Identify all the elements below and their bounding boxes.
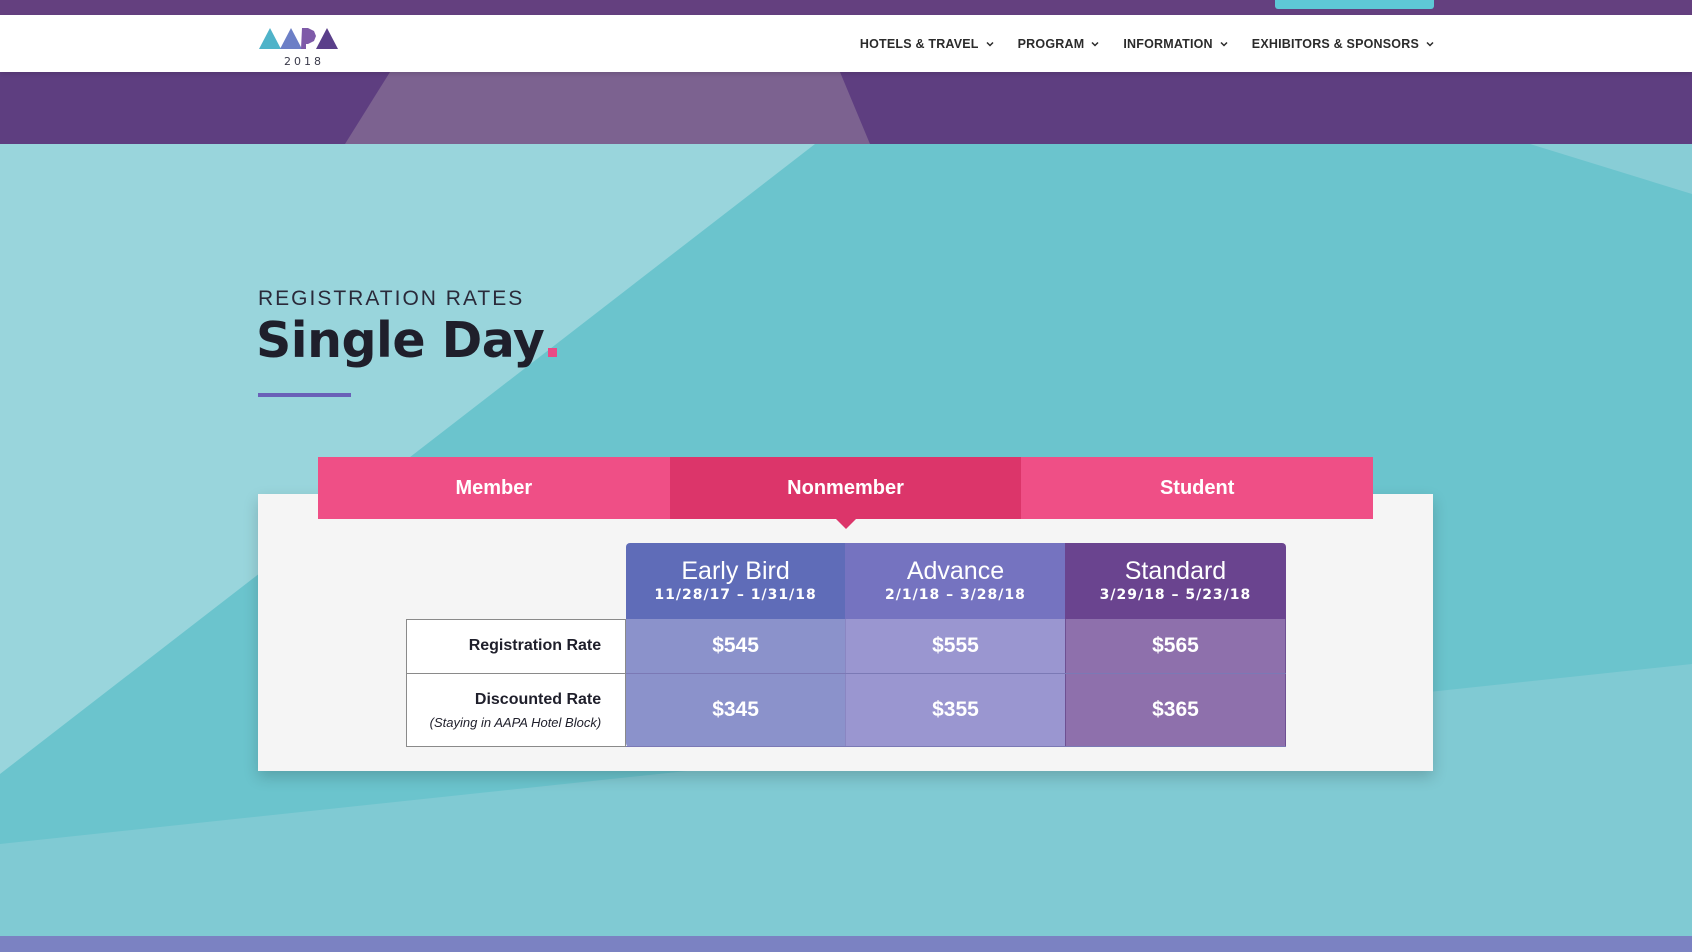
row-label-text: Discounted Rate — [474, 690, 602, 708]
row-sublabel: (Staying in AAPA Hotel Block) — [429, 714, 602, 730]
svg-text:2018: 2018 — [284, 55, 324, 68]
aapa-logo[interactable]: 2018 — [258, 23, 346, 69]
page-title: Single Day — [256, 312, 558, 369]
price-cell: $555 — [844, 619, 1066, 674]
price-cell: $365 — [1064, 673, 1287, 747]
nav-label: PROGRAM — [1017, 36, 1085, 51]
nav-label: INFORMATION — [1123, 36, 1213, 51]
nav-hotels-travel[interactable]: HOTELS & TRAVEL — [860, 37, 994, 51]
title-accent-dot — [548, 348, 558, 357]
table-corner — [407, 543, 626, 619]
chevron-down-icon — [1220, 41, 1228, 47]
section-eyebrow: REGISTRATION RATES — [258, 287, 525, 310]
column-name: Early Bird — [681, 557, 790, 585]
price-cell: $545 — [625, 619, 846, 674]
column-header-standard: Standard 3/29/18 – 5/23/18 — [1065, 543, 1286, 619]
main-nav: HOTELS & TRAVEL PROGRAM INFORMATION EXHI… — [860, 15, 1434, 72]
membership-tabs: Member Nonmember Student — [318, 457, 1374, 529]
chevron-down-icon — [1426, 41, 1434, 47]
row-label-text: Registration Rate — [468, 637, 602, 655]
site-header: 2018 HOTELS & TRAVEL PROGRAM INFORMATION… — [0, 15, 1692, 72]
column-dates: 2/1/18 – 3/28/18 — [885, 587, 1026, 603]
tab-label: Member — [455, 476, 533, 499]
table-row-registration-rate: Registration Rate $545 $555 $565 — [405, 618, 1287, 674]
price-cell: $565 — [1064, 619, 1287, 674]
row-label: Registration Rate — [405, 618, 627, 674]
top-cta-button[interactable] — [1275, 0, 1434, 9]
active-tab-caret — [835, 519, 856, 529]
tab-label: Student — [1159, 476, 1235, 499]
column-header-early-bird: Early Bird 11/28/17 – 1/31/18 — [625, 543, 846, 619]
title-underline — [258, 393, 351, 397]
banner-decoration — [345, 72, 870, 144]
nav-label: HOTELS & TRAVEL — [859, 36, 979, 51]
price-cell: $355 — [844, 673, 1066, 747]
row-label: Discounted Rate (Staying in AAPA Hotel B… — [405, 673, 627, 747]
column-dates: 3/29/18 – 5/23/18 — [1099, 587, 1252, 603]
top-utility-bar — [0, 0, 1692, 15]
nav-information[interactable]: INFORMATION — [1123, 36, 1228, 51]
page-title-text: Single Day — [256, 312, 545, 369]
column-name: Standard — [1124, 557, 1227, 585]
hero-banner — [0, 72, 1692, 144]
chevron-down-icon — [1091, 41, 1099, 47]
chevron-down-icon — [986, 41, 994, 47]
nav-label: EXHIBITORS & SPONSORS — [1251, 36, 1419, 51]
table-row-discounted-rate: Discounted Rate (Staying in AAPA Hotel B… — [405, 673, 1287, 747]
tab-nonmember[interactable]: Nonmember — [669, 457, 1022, 529]
tab-member[interactable]: Member — [318, 457, 670, 519]
column-header-advance: Advance 2/1/18 – 3/28/18 — [845, 543, 1066, 619]
tab-label: Nonmember — [787, 476, 904, 499]
column-dates: 11/28/17 – 1/31/18 — [654, 587, 817, 603]
nav-program[interactable]: PROGRAM — [1018, 37, 1100, 51]
tab-student[interactable]: Student — [1021, 457, 1374, 519]
column-name: Advance — [906, 557, 1005, 585]
price-cell: $345 — [625, 673, 846, 747]
aapa-logo-mark: 2018 — [259, 28, 338, 68]
nav-exhibitors-sponsors[interactable]: EXHIBITORS & SPONSORS — [1252, 37, 1434, 51]
rate-table: Early Bird 11/28/17 – 1/31/18 Advance 2/… — [405, 543, 1287, 747]
footer-strip — [0, 936, 1692, 952]
